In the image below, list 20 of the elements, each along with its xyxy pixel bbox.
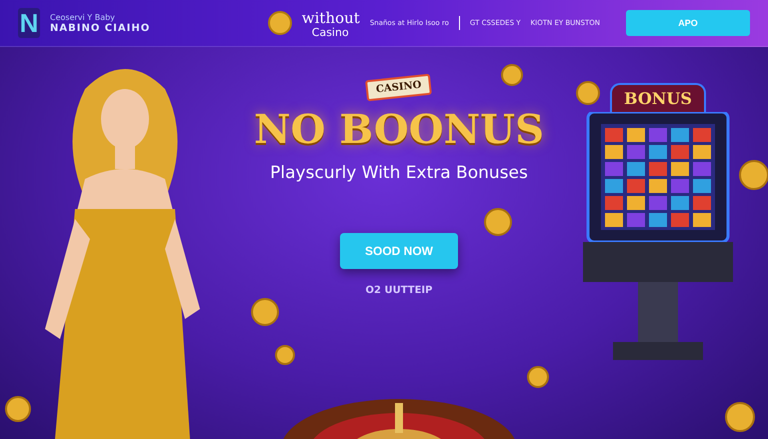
coin-icon (739, 160, 768, 190)
logo-mark: N (18, 8, 40, 38)
subtitle: Playscurly With Extra Bonuses (270, 163, 528, 183)
logo-title: NABINO CIAIHO (50, 22, 150, 34)
casino-sign: CASINO (365, 74, 433, 102)
coin-icon (268, 11, 292, 35)
logo-tagline: Ceoservi Y Baby (50, 12, 116, 22)
brand-subtitle: Casino (310, 26, 350, 38)
secondary-link[interactable]: O2 UUTTEIP (366, 285, 432, 296)
coin-icon (484, 208, 512, 236)
bonus-sign: BONUS (610, 83, 706, 112)
coin-icon (527, 366, 549, 388)
coin-icon (275, 345, 295, 365)
headline: NO BOONUS (254, 106, 544, 153)
brand-name: without (302, 8, 360, 26)
coin-icon (251, 298, 279, 326)
coin-icon (5, 396, 31, 422)
coin-icon (725, 402, 755, 432)
coin-icon (576, 81, 600, 105)
coin-icon (501, 64, 523, 86)
